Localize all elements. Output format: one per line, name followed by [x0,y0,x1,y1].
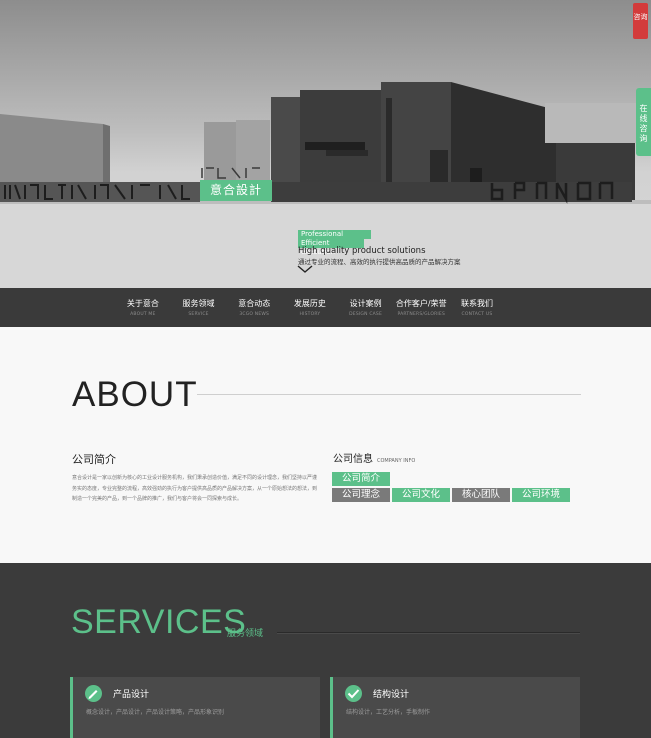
nav-item-about[interactable]: 关于意合 ABOUT ME [115,288,171,327]
nav-label: 关于意合 [126,299,159,308]
about-title: ABOUT [72,375,198,414]
tab-company-environment[interactable]: 公司环境 [512,488,570,502]
nav-label: 发展历史 [293,299,326,308]
about-section: ABOUT 公司简介 意合设计是一家以创新为核心的工业设计服务机构，我们秉承创造… [0,327,651,563]
nav-item-history[interactable]: 发展历史 HISTORY [282,288,338,327]
tab-core-team[interactable]: 核心团队 [452,488,510,502]
service-card-structure-design[interactable]: 结构设计 结构设计，工艺分析，手板制作 [330,677,580,738]
nav-item-service[interactable]: 服务领域 SERVICE [171,288,227,327]
services-divider [277,632,580,633]
nav-item-partners[interactable]: 合作客户/荣誉 PARTNERS/GLORIES [393,288,449,327]
online-consult-side-tab[interactable]: 在线咨询 [636,88,651,156]
consult-label: 咨询 [633,13,648,21]
nav-item-news[interactable]: 意合动态 3CGO NEWS [226,288,282,327]
nav-sublabel: ABOUT ME [130,312,156,317]
company-info-title: 公司信息 [333,454,373,465]
service-card-desc: 结构设计，工艺分析，手板制作 [346,709,431,716]
nav-sublabel: HISTORY [299,312,321,317]
company-info-heading: 公司信息 COMPANY INFO [333,450,415,465]
chevron-down-icon[interactable] [297,265,313,274]
nav-label: 设计案例 [349,299,382,308]
nav-sublabel: CONTACT US [461,312,493,317]
online-consult-label: 在线咨询 [639,104,648,143]
company-intro-text: 意合设计是一家以创新为核心的工业设计服务机构，我们秉承创造价值，满足不同的设计理… [72,475,318,502]
tab-company-philosophy[interactable]: 公司理念 [332,488,390,502]
company-info-subtitle: COMPANY INFO [377,458,416,464]
nav-label: 意合动态 [238,299,271,308]
consult-side-button[interactable]: 咨询 [633,3,648,39]
services-subtitle: 服务领域 [227,629,264,639]
hero-subline: 通过专业的流程、高效的执行提供高品质的产品解决方案 [298,258,461,266]
pencil-icon [85,685,102,702]
tab-company-culture[interactable]: 公司文化 [392,488,450,502]
service-card-title: 产品设计 [113,690,150,700]
hero-tag-professional: Professional process [298,230,371,247]
nav-item-design-case[interactable]: 设计案例 DESIGN CASE [338,288,394,327]
services-title: SERVICES [71,603,247,641]
brand-logo-box: 意合設計 [200,180,272,201]
nav-sublabel: SERVICE [188,312,209,317]
service-card-desc: 概念设计，产品设计，产品设计策略，产品形象识别 [86,709,225,716]
nav-label: 服务领域 [182,299,215,308]
nav-sublabel: PARTNERS/GLORIES [397,312,446,317]
nav-label: 合作客户/荣誉 [395,299,447,308]
nav-sublabel: DESIGN CASE [349,312,383,317]
service-card-title: 结构设计 [373,690,410,700]
checkmark-icon [345,685,362,702]
service-card-product-design[interactable]: 产品设计 概念设计，产品设计，产品设计策略，产品形象识别 [70,677,320,738]
nav-sublabel: 3CGO NEWS [239,312,270,317]
services-section: SERVICES 服务领域 产品设计 概念设计，产品设计，产品设计策略，产品形象… [0,563,651,738]
nav-label: 联系我们 [460,299,493,308]
nav-item-contact[interactable]: 联系我们 CONTACT US [449,288,505,327]
about-divider [197,394,581,395]
hero-headline: High quality product solutions [298,246,426,256]
company-intro-heading: 公司简介 [72,453,116,466]
main-nav: 关于意合 ABOUT ME 服务领域 SERVICE 意合动态 3CGO NEW… [0,288,651,327]
tab-company-intro[interactable]: 公司简介 [332,472,390,486]
hero-banner: 意合設計 Professional process Efficient exec… [0,0,651,288]
